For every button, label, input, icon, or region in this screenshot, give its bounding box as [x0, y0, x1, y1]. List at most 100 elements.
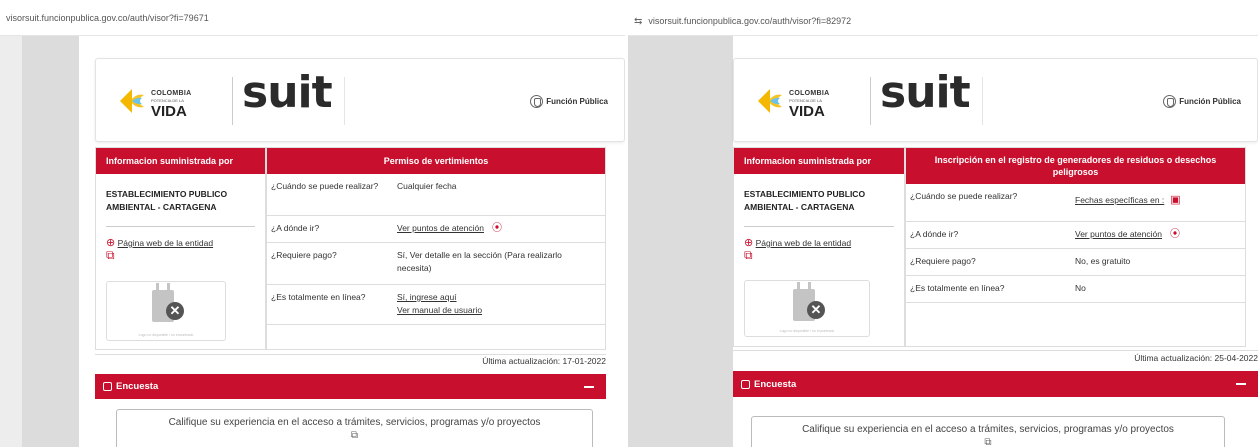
survey-text: Califique su experiencia en el acceso a … [802, 424, 1174, 435]
survey-bar[interactable]: Encuesta [733, 371, 1258, 397]
row-answer: Cualquier fecha [397, 181, 457, 191]
procedure-title: Permiso de vertimientos [267, 148, 605, 174]
row-question: ¿Cuándo se puede realizar? [271, 181, 379, 191]
online-link[interactable]: Sí, ingrese aquí [397, 292, 457, 302]
row-answer: Fechas específicas en : ▣ [1071, 184, 1185, 221]
website-link-text[interactable]: Página web de la entidad [756, 238, 851, 248]
row-answer: No, es gratuito [1075, 256, 1131, 266]
address-bar[interactable]: ⇆ visorsuit.funcionpublica.gov.co/auth/vi… [628, 0, 1258, 36]
funcion-publica-logo: Función Pública [530, 95, 608, 108]
row-question: ¿A dónde ir? [910, 229, 959, 239]
row-question: ¿Requiere pago? [271, 250, 337, 260]
row-payment: ¿Requiere pago? Sí, Ver detalle en la se… [267, 243, 605, 285]
attention-points-link[interactable]: Ver puntos de atención [397, 223, 484, 233]
row-where: ¿A dónde ir? Ver puntos de atención ⦿ [906, 222, 1245, 249]
no-logo-image: ✕ Logo no disponible / no encontrado [106, 281, 226, 341]
right-browser-window: ⇆ visorsuit.funcionpublica.gov.co/auth/vi… [628, 0, 1258, 447]
row-answer: Ver puntos de atención ⦿ [1071, 222, 1184, 248]
funcion-publica-text: Función Pública [546, 97, 608, 106]
row-when: ¿Cuándo se puede realizar? Fechas especí… [906, 184, 1245, 222]
survey-title: Encuesta [754, 378, 797, 390]
survey-bar[interactable]: Encuesta [95, 374, 606, 399]
url-text: visorsuit.funcionpublica.gov.co/auth/vis… [648, 16, 852, 26]
external-link-icon [103, 382, 112, 391]
row-question: ¿A dónde ir? [271, 223, 320, 233]
attention-points-link[interactable]: Ver puntos de atención [1075, 229, 1162, 239]
location-pin-icon[interactable]: ⦿ [1170, 229, 1180, 240]
survey-prompt[interactable]: Califique su experiencia en el acceso a … [751, 416, 1225, 447]
coat-of-arms-icon [1163, 95, 1177, 108]
entity-header: Informacion suministrada por [96, 148, 265, 174]
location-pin-icon[interactable]: ⦿ [492, 223, 502, 234]
suit-logo: suit [242, 67, 333, 118]
entity-website-link[interactable]: ⊕ Página web de la entidad ⧉ [734, 227, 904, 261]
update-divider [733, 350, 1258, 351]
header-card: COLOMBIA POTENCIA DE LA VIDA suit Funció… [95, 58, 625, 142]
external-link-icon [741, 379, 750, 389]
row-answer: Sí, Ver detalle en la sección (Para real… [397, 250, 562, 273]
logo-colombia-text: COLOMBIA [789, 90, 830, 97]
visor-page: COLOMBIA POTENCIA DE LA VIDA suit Funció… [733, 36, 1258, 447]
external-link-icon[interactable]: ⧉ [984, 437, 991, 447]
row-question: ¿Cuándo se puede realizar? [910, 191, 1018, 201]
website-link-text[interactable]: Página web de la entidad [118, 238, 213, 248]
logo-separator [232, 77, 233, 125]
row-answer: No [1075, 283, 1086, 293]
row-question: ¿Es totalmente en línea? [910, 283, 1005, 293]
close-circle-icon: ✕ [807, 301, 825, 319]
row-online: ¿Es totalmente en línea? No [906, 276, 1245, 303]
external-link-icon[interactable]: ⧉ [744, 249, 894, 261]
logo-colombia-text: COLOMBIA [151, 90, 192, 97]
colombia-logo-icon [120, 89, 144, 113]
entity-name: ESTABLECIMIENTO PUBLICO AMBIENTAL - CART… [744, 189, 866, 212]
specific-dates-link[interactable]: Fechas específicas en : [1075, 195, 1164, 205]
header-card: COLOMBIA POTENCIA DE LA VIDA suit Funció… [733, 58, 1258, 142]
procedure-panel: Permiso de vertimientos ¿Cuándo se puede… [266, 147, 606, 350]
no-logo-image: ✕ Logo no disponible / no encontrado [744, 280, 870, 337]
entity-panel: Informacion suministrada por ESTABLECIMI… [95, 147, 266, 350]
site-settings-icon[interactable]: ⇆ [634, 16, 642, 27]
procedure-title: Inscripción en el registro de generadore… [906, 148, 1245, 184]
logo-separator-2 [344, 77, 345, 125]
coat-of-arms-icon [530, 95, 544, 108]
url-text: visorsuit.funcionpublica.gov.co/auth/vis… [6, 12, 209, 23]
last-updated: Última actualización: 25-04-2022 [1134, 353, 1258, 363]
entity-panel: Informacion suministrada por ESTABLECIMI… [733, 147, 905, 347]
row-answer: Ver puntos de atención ⦿ [393, 216, 506, 242]
logo-separator [870, 77, 871, 125]
colombia-logo-icon [758, 89, 782, 113]
image-caption: Logo no disponible / no encontrado [779, 329, 835, 333]
external-link-icon[interactable]: ⧉ [351, 430, 358, 441]
row-when: ¿Cuándo se puede realizar? Cualquier fec… [267, 174, 605, 216]
procedure-panel: Inscripción en el registro de generadore… [905, 147, 1246, 347]
survey-text: Califique su experiencia en el acceso a … [168, 417, 541, 428]
image-caption: Logo no disponible / no encontrado [138, 333, 194, 337]
user-manual-link[interactable]: Ver manual de usuario [397, 305, 482, 315]
visor-page: COLOMBIA POTENCIA DE LA VIDA suit Funció… [79, 36, 625, 447]
logo-separator-2 [982, 77, 983, 125]
survey-title: Encuesta [116, 381, 159, 392]
logo-vida-text: VIDA [789, 103, 825, 120]
collapse-icon[interactable] [584, 385, 594, 388]
left-browser-window: visorsuit.funcionpublica.gov.co/auth/vis… [0, 0, 625, 447]
page-gutter [22, 36, 79, 447]
row-payment: ¿Requiere pago? No, es gratuito [906, 249, 1245, 276]
colombia-vida-logo: COLOMBIA POTENCIA DE LA VIDA [756, 81, 856, 121]
row-question: ¿Es totalmente en línea? [271, 292, 366, 302]
address-bar[interactable]: visorsuit.funcionpublica.gov.co/auth/vis… [0, 0, 625, 36]
page-gutter [628, 36, 733, 447]
entity-header: Informacion suministrada por [734, 148, 904, 174]
last-updated: Última actualización: 17-01-2022 [482, 356, 606, 366]
row-answer: Sí, ingrese aquí Ver manual de usuario [393, 285, 486, 324]
row-online: ¿Es totalmente en línea? Sí, ingrese aqu… [267, 285, 605, 325]
survey-prompt[interactable]: Califique su experiencia en el acceso a … [116, 409, 593, 447]
logo-vida-text: VIDA [151, 103, 187, 120]
funcion-publica-text: Función Pública [1179, 97, 1241, 106]
row-question: ¿Requiere pago? [910, 256, 976, 266]
update-divider [95, 354, 606, 355]
entity-name: ESTABLECIMIENTO PUBLICO AMBIENTAL - CART… [106, 189, 228, 212]
calendar-icon[interactable]: ▣ [1170, 194, 1180, 206]
external-link-icon[interactable]: ⧉ [106, 249, 255, 261]
entity-website-link[interactable]: ⊕ Página web de la entidad ⧉ [96, 227, 265, 261]
collapse-icon[interactable] [1236, 383, 1246, 385]
